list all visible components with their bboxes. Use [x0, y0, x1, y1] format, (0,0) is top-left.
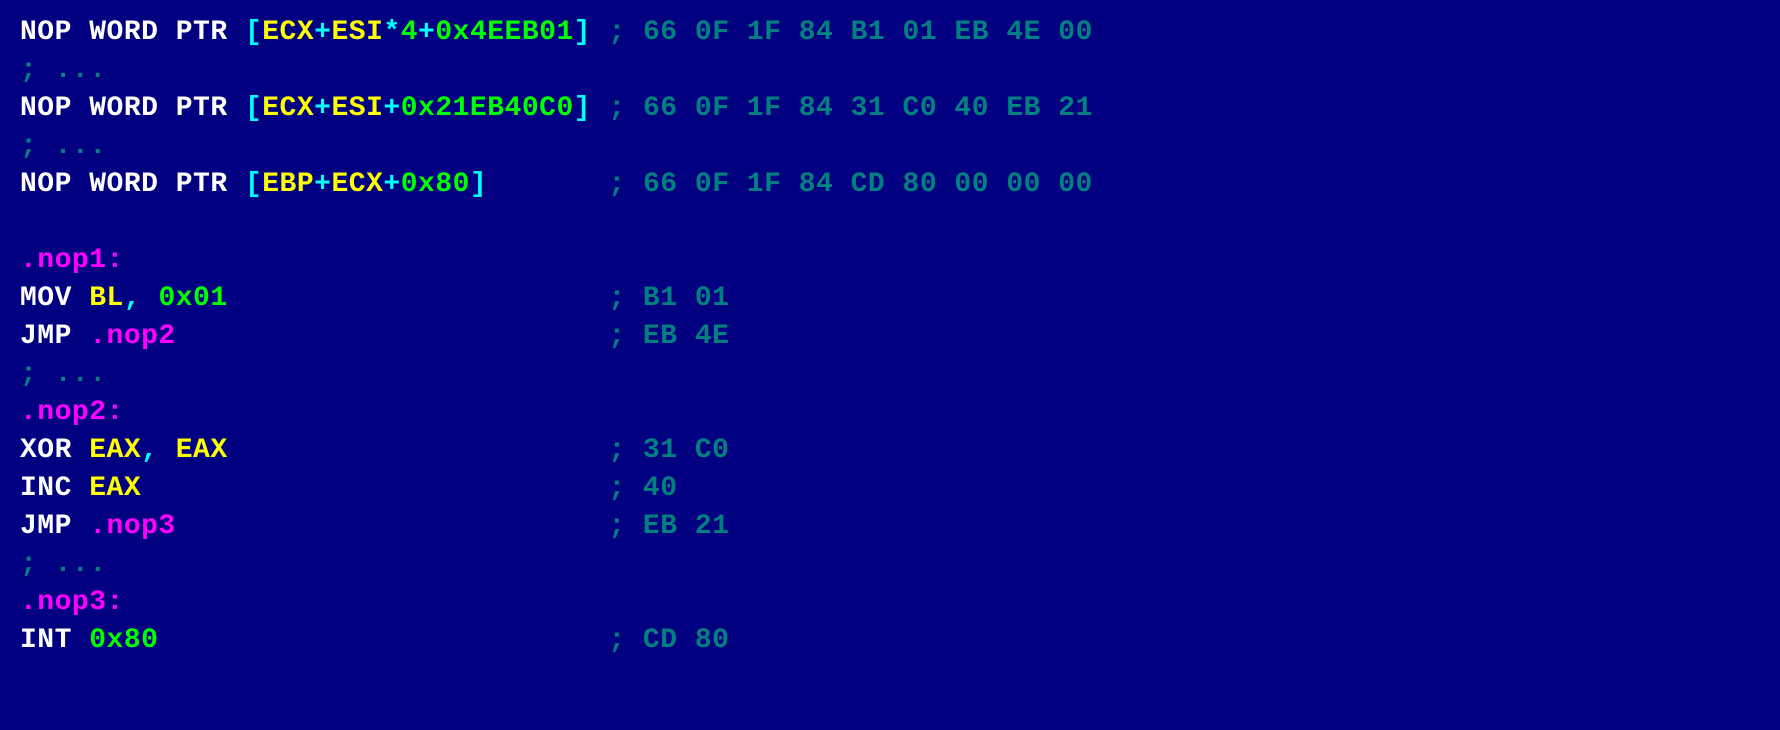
token-mn: NOP WORD PTR [20, 169, 245, 200]
code-line: .nop1: [20, 245, 124, 276]
bytes-comment: ; EB 4E [608, 321, 729, 352]
token-pu: , [141, 435, 176, 466]
code-line: NOP WORD PTR [EBP+ECX+0x80] ; 66 0F 1F 8… [20, 169, 1093, 200]
token-rg: ECX [262, 93, 314, 124]
token-mn: JMP [20, 511, 89, 542]
token-pu: , [124, 283, 159, 314]
token-rg: ESI [331, 17, 383, 48]
token-pu: ] [574, 93, 591, 124]
code-line: XOR EAX, EAX ; 31 C0 [20, 435, 729, 466]
code-line: JMP .nop2 ; EB 4E [20, 321, 729, 352]
code-line: MOV BL, 0x01 ; B1 01 [20, 283, 729, 314]
token-pu: + [314, 93, 331, 124]
token-rg: BL [89, 283, 124, 314]
code-line: .nop3: [20, 587, 124, 618]
token-rg: EAX [176, 435, 228, 466]
token-mn: JMP [20, 321, 89, 352]
token-cm: ; ... [20, 131, 107, 162]
code-line: .nop2: [20, 397, 124, 428]
token-pu: [ [245, 17, 262, 48]
token-rg: EBP [262, 169, 314, 200]
token-mn: MOV [20, 283, 89, 314]
token-lb: .nop1: [20, 245, 124, 276]
token-rg: ECX [331, 169, 383, 200]
code-line: JMP .nop3 ; EB 21 [20, 511, 729, 542]
token-pu: + [383, 93, 400, 124]
token-lb: .nop3: [20, 587, 124, 618]
code-line: INT 0x80 ; CD 80 [20, 625, 729, 656]
bytes-comment: ; 66 0F 1F 84 B1 01 EB 4E 00 [608, 17, 1092, 48]
token-pu: [ [245, 93, 262, 124]
token-pu: + [418, 17, 435, 48]
token-lb: .nop2: [20, 397, 124, 428]
token-pu: + [314, 169, 331, 200]
token-rg: EAX [89, 435, 141, 466]
token-pu: ] [470, 169, 487, 200]
token-nm: 0x80 [89, 625, 158, 656]
token-cm: ; ... [20, 549, 107, 580]
token-mn: INC [20, 473, 89, 504]
token-nm: 4 [401, 17, 418, 48]
token-pu: + [314, 17, 331, 48]
token-rg: EAX [89, 473, 141, 504]
token-nm: 0x80 [401, 169, 470, 200]
bytes-comment: ; 40 [608, 473, 677, 504]
code-line: ; ... [20, 131, 107, 162]
token-mn: INT [20, 625, 89, 656]
token-lb: .nop3 [89, 511, 176, 542]
bytes-comment: ; B1 01 [608, 283, 729, 314]
code-line: ; ... [20, 55, 107, 86]
token-nm: 0x4EEB01 [435, 17, 573, 48]
bytes-comment: ; CD 80 [608, 625, 729, 656]
code-line: NOP WORD PTR [ECX+ESI+0x21EB40C0] ; 66 0… [20, 93, 1093, 124]
token-rg: ECX [262, 17, 314, 48]
assembly-code-block: NOP WORD PTR [ECX+ESI*4+0x4EEB01] ; 66 0… [0, 0, 1780, 660]
code-line: ; ... [20, 549, 107, 580]
token-nm: 0x21EB40C0 [401, 93, 574, 124]
token-mn: NOP WORD PTR [20, 93, 245, 124]
code-line: NOP WORD PTR [ECX+ESI*4+0x4EEB01] ; 66 0… [20, 17, 1093, 48]
token-pu: * [383, 17, 400, 48]
token-mn: XOR [20, 435, 89, 466]
bytes-comment: ; 31 C0 [608, 435, 729, 466]
token-cm: ; ... [20, 359, 107, 390]
token-pu: + [383, 169, 400, 200]
bytes-comment: ; 66 0F 1F 84 31 C0 40 EB 21 [608, 93, 1092, 124]
token-pu: [ [245, 169, 262, 200]
bytes-comment: ; 66 0F 1F 84 CD 80 00 00 00 [608, 169, 1092, 200]
token-pu: ] [574, 17, 591, 48]
bytes-comment: ; EB 21 [608, 511, 729, 542]
code-line: ; ... [20, 359, 107, 390]
token-cm: ; ... [20, 55, 107, 86]
token-nm: 0x01 [158, 283, 227, 314]
token-lb: .nop2 [89, 321, 176, 352]
code-line: INC EAX ; 40 [20, 473, 678, 504]
token-mn: NOP WORD PTR [20, 17, 245, 48]
token-rg: ESI [331, 93, 383, 124]
